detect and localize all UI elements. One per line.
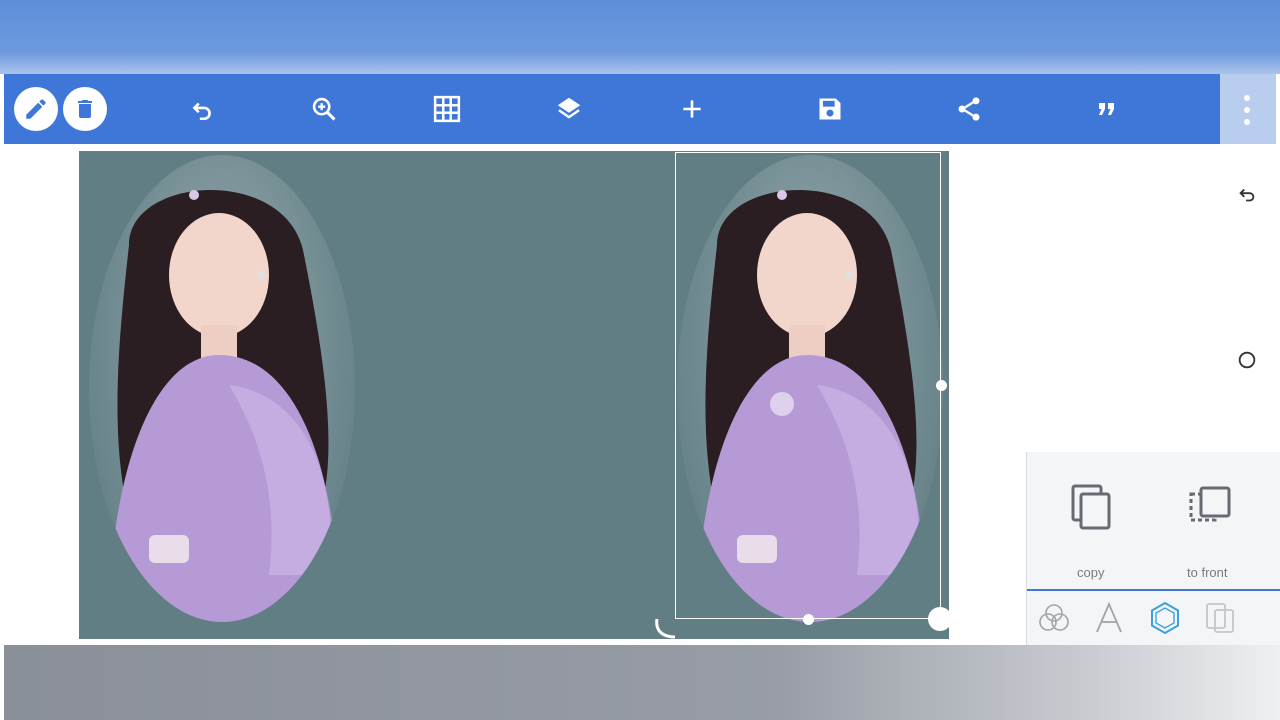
trash-icon <box>78 100 92 118</box>
portrait-image-left[interactable] <box>89 155 355 622</box>
object-actions-panel: copy to front <box>1026 452 1280 645</box>
delete-button[interactable] <box>63 87 107 131</box>
share-icon <box>958 97 980 121</box>
save-icon <box>819 98 841 120</box>
selection-frame[interactable] <box>675 152 941 619</box>
layer-shape-tool[interactable] <box>1201 600 1237 636</box>
hexagon-icon <box>1151 601 1179 635</box>
overflow-menu-button[interactable] <box>1220 74 1276 144</box>
zoom-icon <box>312 97 336 121</box>
rotate-handle-icon[interactable] <box>653 617 679 643</box>
back-icon <box>1239 188 1255 202</box>
text-tool[interactable] <box>1091 600 1127 636</box>
portrait-illustration-left <box>109 190 339 622</box>
status-area <box>0 0 1280 74</box>
quote-icon <box>1099 103 1114 115</box>
layer-shape-icon <box>1206 603 1234 633</box>
copy-button[interactable] <box>1067 480 1117 540</box>
undo-icon <box>192 102 211 121</box>
copy-label: copy <box>1077 565 1105 580</box>
top-toolbar <box>4 74 1220 144</box>
to-front-icon <box>1189 486 1231 522</box>
resize-handle-bottom[interactable] <box>803 614 814 625</box>
grid-button[interactable] <box>422 74 472 144</box>
home-icon <box>1238 351 1256 369</box>
add-icon <box>683 100 701 118</box>
copy-icon <box>1071 484 1111 530</box>
shape-tool[interactable] <box>1147 600 1183 636</box>
save-button[interactable] <box>805 74 855 144</box>
panel-divider <box>1027 589 1280 591</box>
to-front-button[interactable] <box>1185 480 1235 540</box>
side-home-button[interactable] <box>1236 349 1258 371</box>
pencil-icon <box>26 99 46 119</box>
rotate-center-handle[interactable] <box>770 392 794 416</box>
quote-button[interactable] <box>1082 74 1132 144</box>
add-button[interactable] <box>667 74 717 144</box>
blend-icon <box>1039 604 1069 631</box>
resize-handle-right[interactable] <box>936 380 947 391</box>
layers-icon <box>557 97 581 119</box>
more-vertical-icon <box>1244 95 1250 125</box>
scale-handle-corner[interactable] <box>928 607 952 631</box>
undo-button[interactable] <box>177 74 227 144</box>
bottom-region <box>4 645 1280 720</box>
zoom-button[interactable] <box>299 74 349 144</box>
text-icon <box>1096 601 1122 633</box>
layers-button[interactable] <box>544 74 594 144</box>
blend-tool[interactable] <box>1036 600 1072 636</box>
grid-icon <box>433 95 461 123</box>
to-front-label: to front <box>1187 565 1228 580</box>
side-back-button[interactable] <box>1236 184 1258 206</box>
share-button[interactable] <box>944 74 994 144</box>
pencil-button[interactable] <box>14 87 58 131</box>
